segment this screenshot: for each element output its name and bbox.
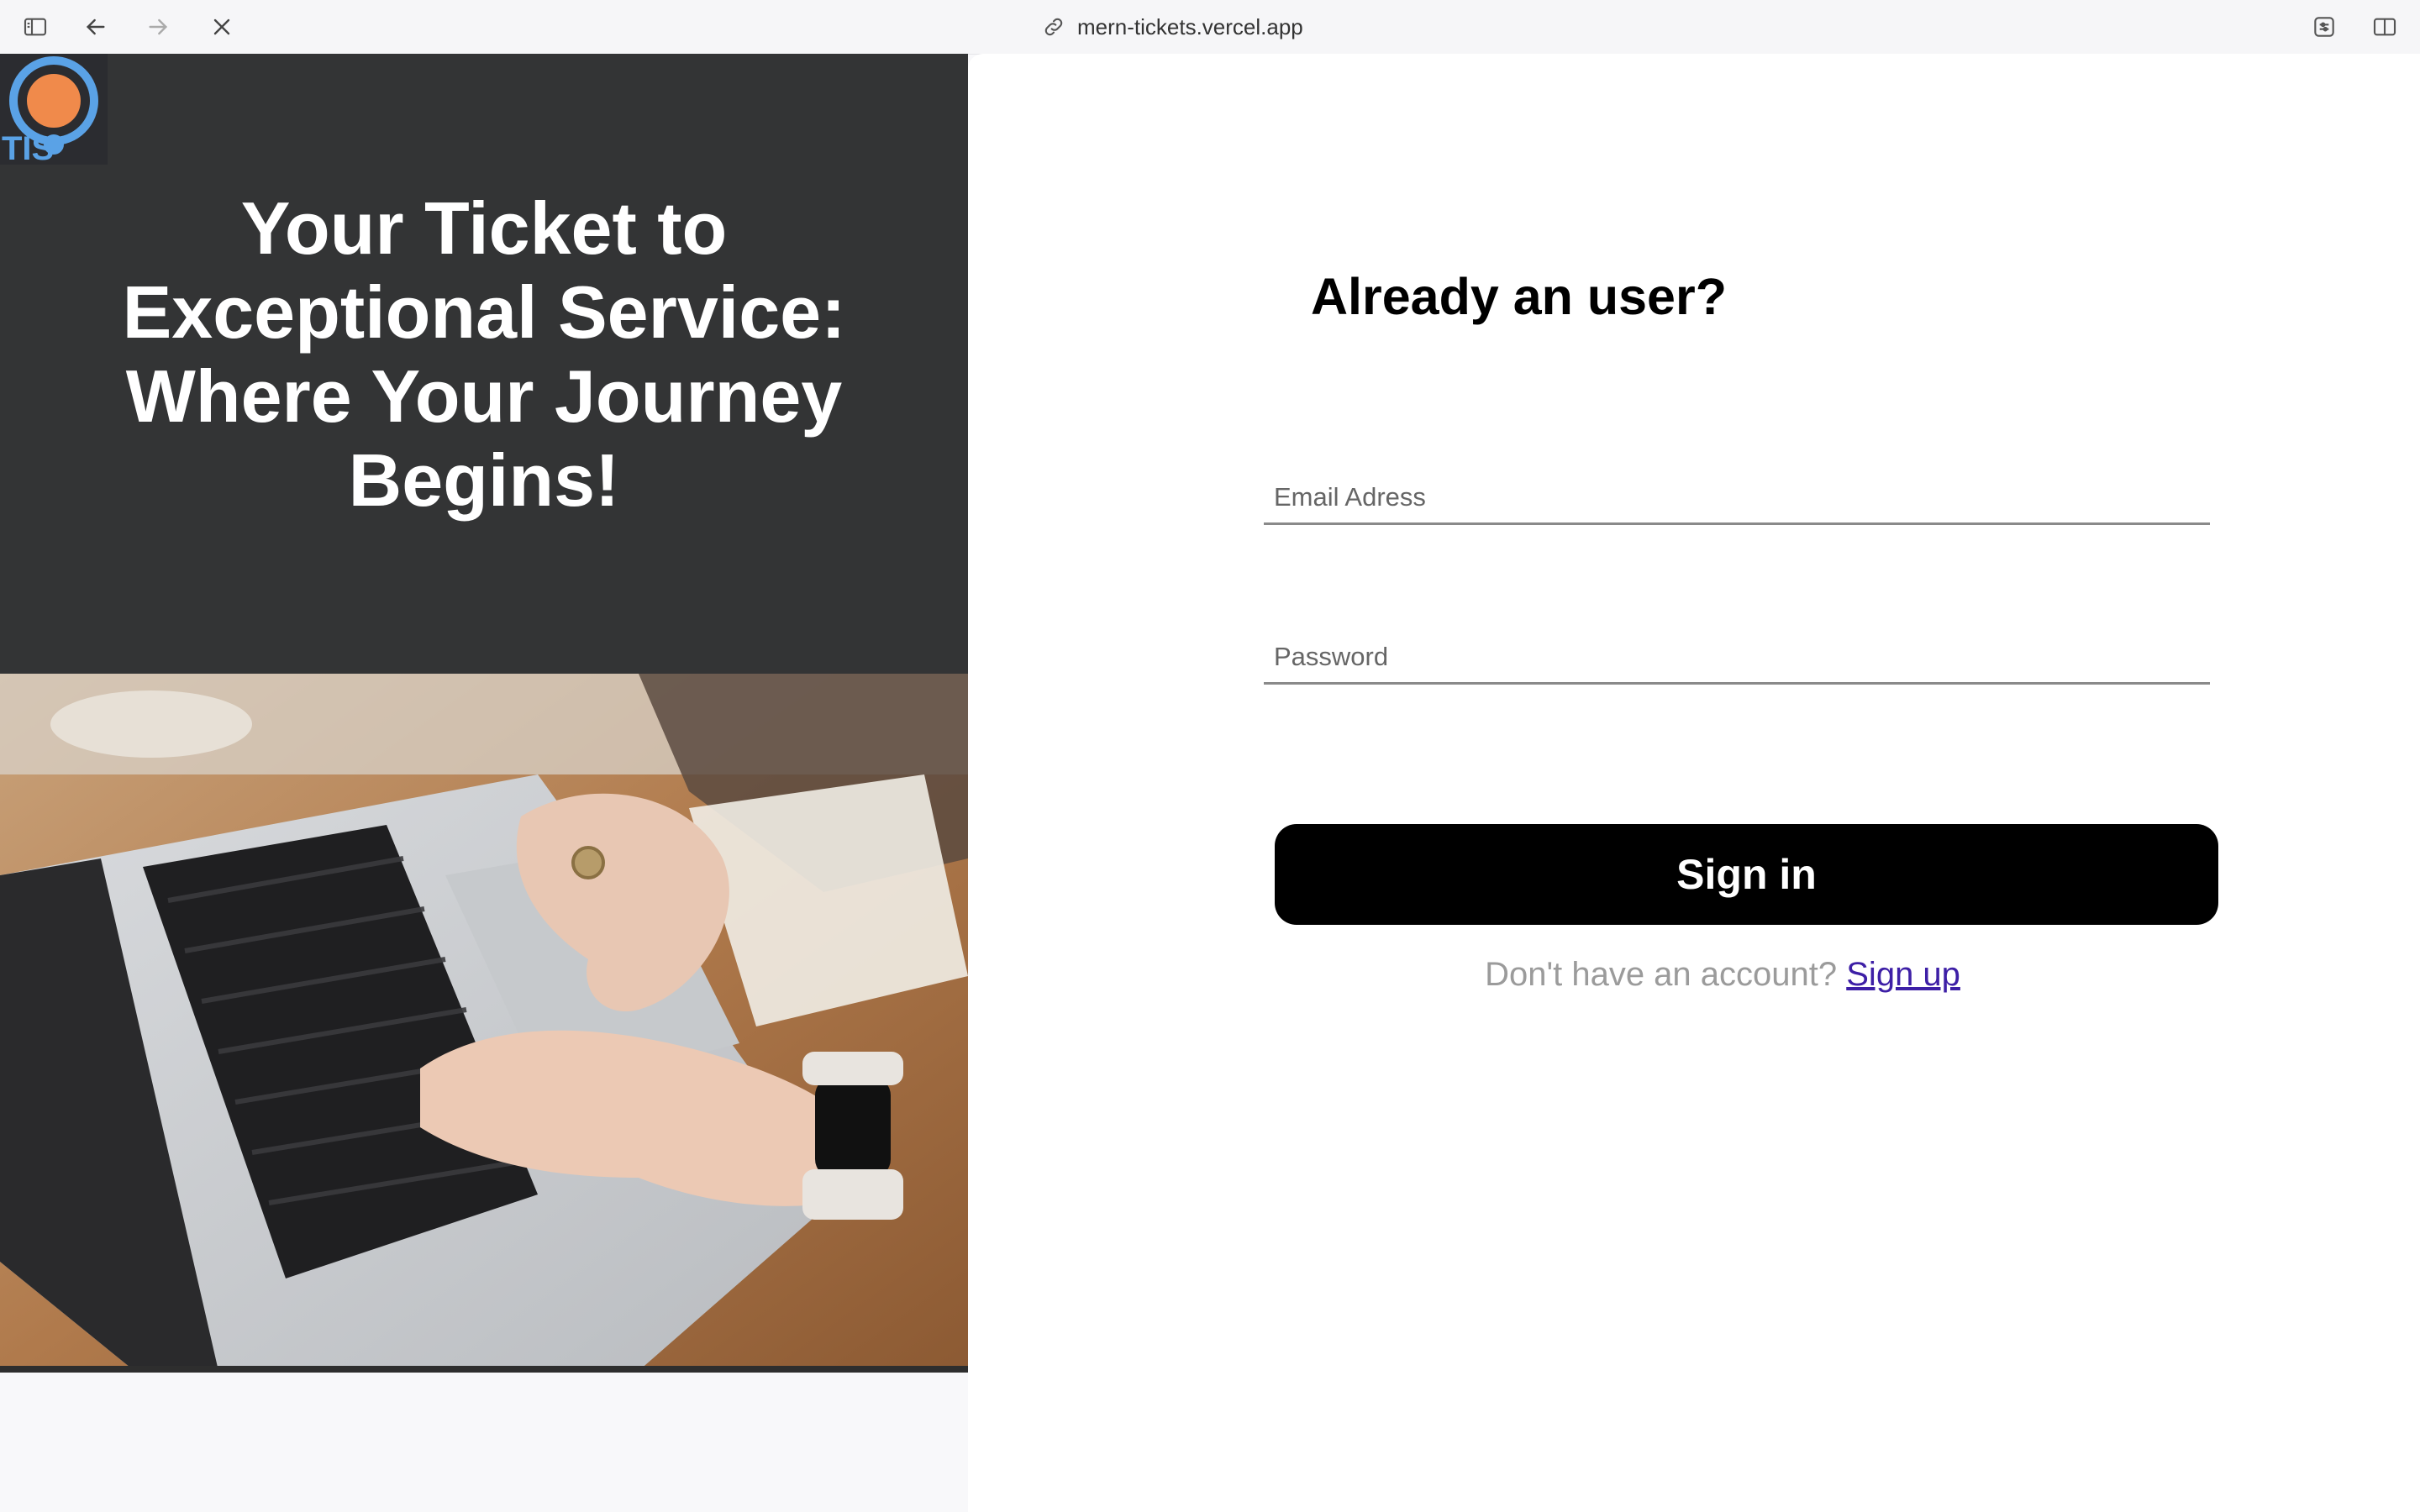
url-text: mern-tickets.vercel.app	[1077, 13, 1303, 39]
back-arrow-icon[interactable]	[81, 12, 111, 42]
tis-logo[interactable]: TIS	[0, 54, 108, 167]
split-view-icon[interactable]	[2370, 12, 2400, 42]
browser-toolbar: mern-tickets.vercel.app	[0, 0, 2420, 55]
login-title: Already an user?	[1311, 268, 1727, 325]
close-icon[interactable]	[207, 12, 237, 42]
hero-image-laptop	[0, 674, 968, 1371]
hero-panel-bottom-edge	[0, 1366, 968, 1373]
signup-prompt-row: Don't have an account? Sign up	[1344, 956, 2101, 994]
logo-text: TIS	[2, 130, 54, 165]
password-input[interactable]	[1264, 632, 2210, 682]
sidebar-toggle-icon[interactable]	[20, 12, 50, 42]
extensions-icon[interactable]	[2309, 12, 2339, 42]
hero-title: Your Ticket to Exceptional Service: Wher…	[122, 186, 846, 522]
sign-in-button[interactable]: Sign in	[1275, 824, 2218, 925]
email-field	[1264, 472, 2210, 525]
sign-up-link[interactable]: Sign up	[1846, 956, 1960, 993]
signup-prompt-text: Don't have an account?	[1485, 956, 1838, 993]
password-field	[1264, 632, 2210, 685]
email-input[interactable]	[1264, 472, 2210, 522]
link-icon	[1044, 18, 1063, 36]
address-bar[interactable]: mern-tickets.vercel.app	[1042, 12, 1303, 42]
forward-arrow-icon[interactable]	[143, 12, 173, 42]
